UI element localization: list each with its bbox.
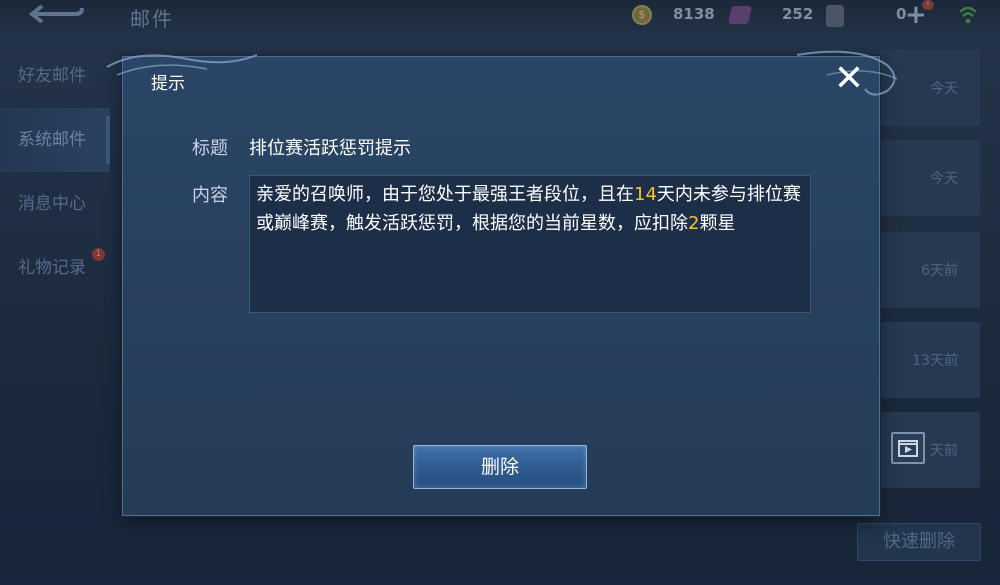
mail-time: 天前 — [930, 443, 958, 459]
mail-time: 6天前 — [921, 263, 958, 279]
list-item[interactable]: 13天前 — [880, 322, 980, 398]
sidebar-item-message-center[interactable]: 消息中心 — [0, 172, 110, 236]
notification-badge: ! — [922, 0, 934, 10]
replay-icon[interactable] — [891, 432, 925, 464]
play-icon — [898, 440, 918, 457]
list-item[interactable]: 6天前 — [880, 232, 980, 308]
sidebar-item-gift-records[interactable]: 礼物记录 1 — [0, 236, 110, 300]
ticket-icon — [826, 5, 844, 27]
sidebar-item-label: 系统邮件 — [18, 130, 86, 150]
mail-sidebar: 好友邮件 系统邮件 消息中心 礼物记录 1 — [0, 44, 110, 300]
close-icon[interactable]: ✕ — [829, 59, 869, 99]
sidebar-item-label: 消息中心 — [18, 194, 86, 214]
wifi-icon — [959, 6, 977, 24]
mail-content: 亲爱的召唤师，由于您处于最强王者段位，且在14天内未参与排位赛或巅峰赛，触发活跃… — [256, 180, 802, 238]
diamond-count: 252 — [782, 5, 814, 23]
mail-time: 13天前 — [912, 353, 958, 369]
sidebar-item-label: 好友邮件 — [18, 66, 86, 86]
mail-subject: 排位赛活跃惩罚提示 — [249, 138, 411, 159]
top-bar: 邮件 $ 8138 252 0 + ! — [0, 0, 1000, 34]
content-box: 亲爱的召唤师，由于您处于最强王者段位，且在14天内未参与排位赛或巅峰赛，触发活跃… — [249, 175, 811, 313]
content-text-part: 亲爱的召唤师，由于您处于最强王者段位，且在 — [256, 184, 634, 205]
gold-coin-icon: $ — [632, 5, 652, 25]
diamond-icon — [728, 6, 752, 24]
page-title: 邮件 — [130, 7, 174, 31]
back-arrow-icon[interactable] — [28, 2, 84, 26]
list-item[interactable]: 今天 — [880, 140, 980, 216]
content-label: 内容 — [192, 185, 228, 206]
sidebar-item-friend-mail[interactable]: 好友邮件 — [0, 44, 110, 108]
quick-delete-button[interactable]: 快速删除 — [857, 523, 981, 561]
delete-button[interactable]: 删除 — [413, 445, 587, 489]
days-number: 14 — [634, 184, 657, 205]
subject-label: 标题 — [192, 138, 228, 159]
sidebar-item-label: 礼物记录 — [18, 258, 86, 278]
mail-time: 今天 — [930, 171, 958, 187]
dialog-title: 提示 — [151, 74, 185, 94]
mail-time: 今天 — [930, 81, 958, 97]
stars-number: 2 — [688, 213, 700, 234]
notice-dialog: 提示 ✕ 标题 排位赛活跃惩罚提示 内容 亲爱的召唤师，由于您处于最强王者段位，… — [106, 50, 898, 516]
list-item[interactable]: 今天 — [880, 50, 980, 126]
gift-badge: 1 — [92, 248, 105, 261]
sidebar-item-system-mail[interactable]: 系统邮件 — [0, 108, 110, 172]
content-text-part: 颗星 — [699, 213, 736, 234]
gold-count: 8138 — [673, 5, 715, 23]
